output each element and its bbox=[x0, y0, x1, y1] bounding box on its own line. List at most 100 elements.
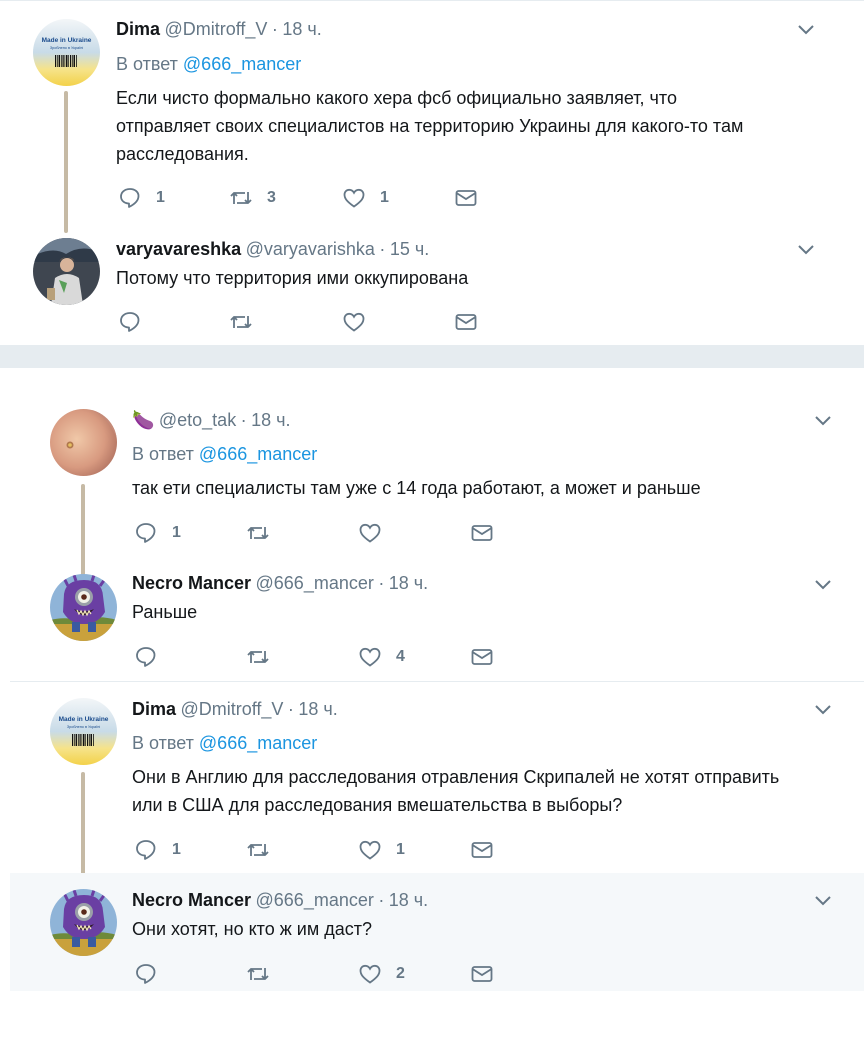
like-count: 4 bbox=[396, 648, 405, 665]
display-name[interactable]: Necro Mancer bbox=[132, 890, 251, 910]
tweet[interactable]: 🍆 @eto_tak · 18 ч. В ответ @666_mancer т… bbox=[0, 392, 864, 590]
like-count: 1 bbox=[396, 841, 405, 858]
like-button[interactable] bbox=[358, 519, 396, 547]
tweet-header: Necro Mancer @666_mancer · 18 ч. bbox=[132, 571, 428, 597]
retweet-button[interactable] bbox=[246, 519, 284, 547]
tweet-text-line: Если чисто формально какого хера фсб офи… bbox=[116, 88, 677, 108]
like-button[interactable]: 1 bbox=[342, 184, 389, 212]
display-name[interactable]: Dima bbox=[116, 19, 160, 39]
avatar[interactable] bbox=[33, 238, 100, 305]
reply-icon bbox=[136, 964, 156, 984]
timestamp[interactable]: 18 ч. bbox=[389, 573, 428, 593]
avatar-logo-subtext: Зроблено в Україні bbox=[67, 725, 100, 729]
mention-link[interactable]: @666_mancer bbox=[199, 733, 317, 753]
tweet[interactable]: Necro Mancer @666_mancer · 18 ч. Раньше … bbox=[0, 568, 864, 681]
reply-context: В ответ @666_mancer bbox=[116, 52, 301, 76]
avatar[interactable] bbox=[50, 889, 117, 956]
reply-count: 1 bbox=[156, 189, 165, 206]
tweet-text: Они в Англию для расследования отравлени… bbox=[132, 763, 842, 819]
dm-button[interactable] bbox=[470, 836, 494, 864]
reply-button[interactable] bbox=[118, 308, 156, 336]
tweet-text: Раньше bbox=[132, 598, 842, 626]
separator-dot: · bbox=[379, 239, 386, 259]
timestamp[interactable]: 18 ч. bbox=[298, 699, 337, 719]
avatar[interactable] bbox=[50, 574, 117, 641]
timestamp[interactable]: 18 ч. bbox=[389, 890, 428, 910]
tweet-text: Потому что территория ими оккупирована bbox=[116, 264, 846, 292]
retweet-button[interactable]: 3 bbox=[229, 184, 276, 212]
heart-icon bbox=[359, 964, 381, 984]
timestamp[interactable]: 15 ч. bbox=[390, 239, 429, 259]
chevron-down-icon[interactable] bbox=[813, 700, 833, 720]
tweet[interactable]: Made in Ukraine Зроблено в Україні Dima … bbox=[0, 1, 864, 233]
chevron-down-icon[interactable] bbox=[813, 891, 833, 911]
retweet-button[interactable] bbox=[246, 836, 284, 864]
envelope-icon bbox=[471, 649, 493, 665]
dm-button[interactable] bbox=[454, 184, 478, 212]
handle[interactable]: @eto_tak bbox=[159, 410, 236, 430]
display-name[interactable]: Necro Mancer bbox=[132, 573, 251, 593]
tweet-actions: 1 3 1 bbox=[118, 184, 498, 212]
retweet-button[interactable] bbox=[229, 308, 267, 336]
timestamp[interactable]: 18 ч. bbox=[282, 19, 321, 39]
retweet-icon bbox=[247, 968, 269, 980]
tweet-actions: 1 bbox=[134, 519, 514, 547]
dm-button[interactable] bbox=[470, 643, 494, 671]
display-name[interactable]: varyavareshka bbox=[116, 239, 241, 259]
avatar-logo-text: Made in Ukraine bbox=[42, 37, 92, 44]
tweet-focused[interactable]: Necro Mancer @666_mancer · 18 ч. Они хот… bbox=[10, 873, 864, 991]
mention-link[interactable]: @666_mancer bbox=[183, 54, 301, 74]
avatar[interactable]: Made in Ukraine Зроблено в Україні bbox=[33, 19, 100, 86]
heart-icon bbox=[359, 840, 381, 860]
retweet-button[interactable] bbox=[246, 960, 284, 988]
reply-icon bbox=[120, 188, 140, 208]
handle[interactable]: @Dmitroff_V bbox=[164, 19, 267, 39]
tweet-actions: 1 1 bbox=[134, 836, 514, 864]
reply-button[interactable]: 1 bbox=[134, 836, 181, 864]
conversation-block-1: Made in Ukraine Зроблено в Україні Dima … bbox=[0, 0, 864, 346]
dm-button[interactable] bbox=[454, 308, 478, 336]
handle[interactable]: @varyavarishka bbox=[246, 239, 375, 259]
handle[interactable]: @Dmitroff_V bbox=[180, 699, 283, 719]
reply-icon bbox=[136, 647, 156, 667]
tweet-header: Dima @Dmitroff_V · 18 ч. bbox=[116, 17, 322, 43]
like-button[interactable]: 2 bbox=[358, 960, 405, 988]
reply-button[interactable] bbox=[134, 643, 172, 671]
reply-prefix: В ответ bbox=[116, 54, 178, 74]
heart-icon bbox=[359, 647, 381, 667]
reply-icon bbox=[120, 312, 140, 332]
handle[interactable]: @666_mancer bbox=[256, 890, 374, 910]
tweet-text-line: Они в Англию для расследования отравлени… bbox=[132, 767, 780, 787]
dm-button[interactable] bbox=[470, 960, 494, 988]
like-button[interactable]: 1 bbox=[358, 836, 405, 864]
reply-prefix: В ответ bbox=[132, 444, 194, 464]
handle[interactable]: @666_mancer bbox=[256, 573, 374, 593]
tweet[interactable]: Made in Ukraine Зроблено в Україні Dima … bbox=[0, 682, 864, 880]
like-button[interactable]: 4 bbox=[358, 643, 405, 671]
tweet-header: Dima @Dmitroff_V · 18 ч. bbox=[132, 697, 338, 723]
tweet-text: так ети специалисты там уже с 14 года ра… bbox=[132, 474, 842, 502]
chevron-down-icon[interactable] bbox=[813, 575, 833, 595]
display-name[interactable]: 🍆 bbox=[132, 410, 154, 430]
chevron-down-icon[interactable] bbox=[813, 411, 833, 431]
chevron-down-icon[interactable] bbox=[796, 240, 816, 260]
tweet-header: 🍆 @eto_tak · 18 ч. bbox=[132, 408, 291, 434]
tweet[interactable]: varyavareshka @varyavarishka · 15 ч. Пот… bbox=[0, 226, 864, 346]
retweet-button[interactable] bbox=[246, 643, 284, 671]
retweet-icon bbox=[230, 192, 252, 204]
reply-button[interactable]: 1 bbox=[118, 184, 165, 212]
chevron-down-icon[interactable] bbox=[796, 20, 816, 40]
reply-button[interactable] bbox=[134, 960, 172, 988]
mention-link[interactable]: @666_mancer bbox=[199, 444, 317, 464]
avatar[interactable] bbox=[50, 409, 117, 476]
dm-button[interactable] bbox=[470, 519, 494, 547]
avatar[interactable]: Made in Ukraine Зроблено в Україні bbox=[50, 698, 117, 765]
conversation-block-2: 🍆 @eto_tak · 18 ч. В ответ @666_mancer т… bbox=[0, 368, 864, 1038]
reply-button[interactable]: 1 bbox=[134, 519, 181, 547]
like-button[interactable] bbox=[342, 308, 380, 336]
tweet-text-line: Потому что территория ими оккупирована bbox=[116, 268, 469, 288]
display-name[interactable]: Dima bbox=[132, 699, 176, 719]
thread-line bbox=[64, 91, 68, 233]
timestamp[interactable]: 18 ч. bbox=[251, 410, 290, 430]
tweet-text-line: расследования. bbox=[116, 144, 249, 164]
